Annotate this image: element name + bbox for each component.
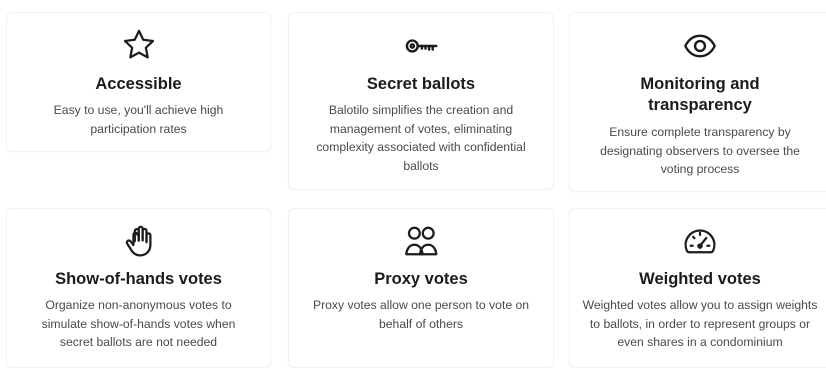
users-icon [403, 223, 439, 259]
feature-description: Balotilo simplifies the creation and man… [316, 103, 526, 173]
feature-title: Secret ballots [366, 75, 476, 93]
feature-card-weighted-votes: Weighted votes Weighted votes allow you … [569, 208, 826, 368]
feature-title: Show-of-hands votes [55, 270, 222, 288]
star-icon [121, 27, 157, 63]
feature-description: Easy to use, you'll achieve high partici… [53, 103, 224, 136]
feature-title: Accessible [95, 75, 182, 93]
feature-description: Organize non-anonymous votes to simulate… [41, 298, 236, 349]
feature-description: Ensure complete transparency by designat… [600, 125, 800, 176]
feature-description: Proxy votes allow one person to vote on … [312, 298, 530, 331]
eye-icon [682, 28, 718, 64]
feature-card-secret-ballots: Secret ballots Balotilo simplifies the c… [288, 12, 554, 190]
feature-card-monitoring: Monitoring and transparency Ensure compl… [569, 12, 826, 192]
feature-description: Weighted votes allow you to assign weigh… [582, 298, 818, 349]
feature-card-proxy-votes: Proxy votes Proxy votes allow one person… [288, 208, 554, 368]
feature-title: Proxy votes [374, 270, 468, 288]
raised-hand-icon [121, 223, 157, 259]
feature-card-accessible: Accessible Easy to use, you'll achieve h… [6, 12, 271, 152]
gauge-icon [682, 223, 718, 259]
key-icon [403, 28, 439, 64]
feature-card-show-of-hands: Show-of-hands votes Organize non-anonymo… [6, 208, 271, 368]
feature-title: Weighted votes [639, 270, 761, 288]
feature-title: Monitoring and transparency [640, 75, 760, 114]
